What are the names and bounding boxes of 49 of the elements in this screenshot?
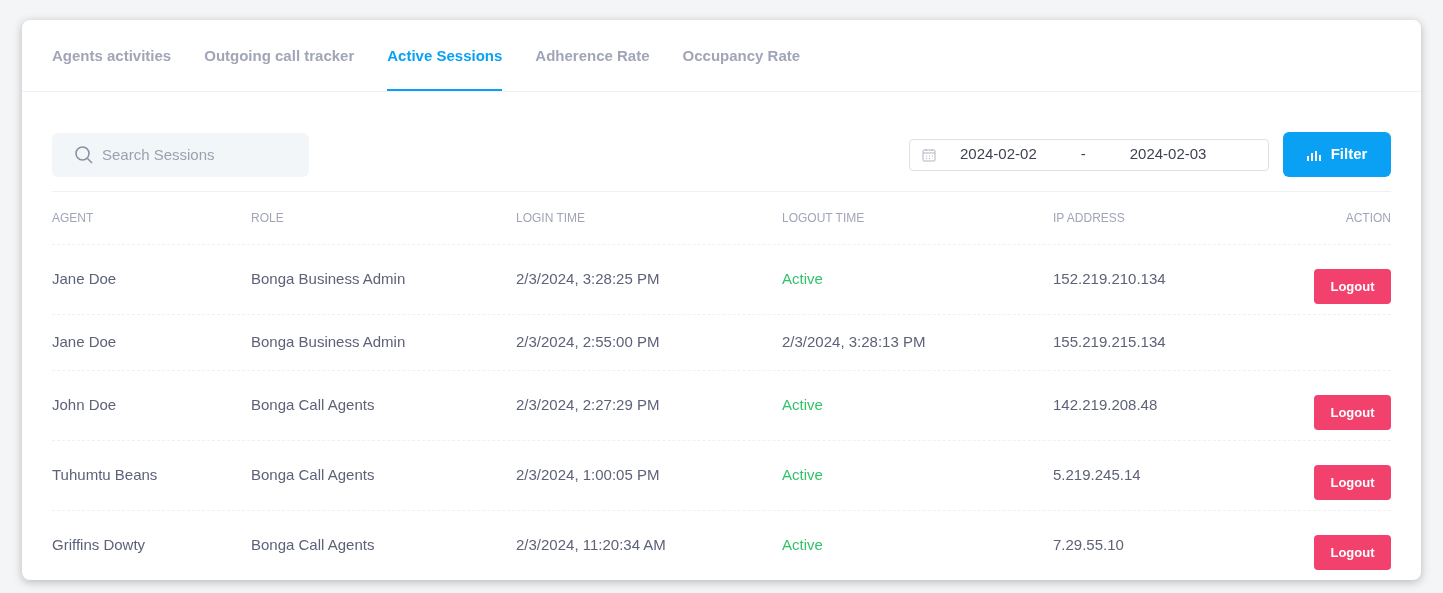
role-text: Bonga Business Admin — [251, 269, 407, 290]
agent-name: Tuhumtu Beans — [52, 465, 159, 486]
logout-time: 2/3/2024, 3:28:13 PM — [782, 332, 927, 353]
tab[interactable]: Agents activities — [52, 20, 172, 91]
start-date: 2024-02-02 — [960, 144, 1037, 165]
logout-button[interactable]: Logout — [1314, 395, 1391, 430]
agent-name: John Doe — [52, 395, 118, 416]
tab[interactable]: Occupancy Rate — [682, 20, 801, 91]
login-time: 2/3/2024, 3:28:25 PM — [516, 269, 661, 290]
date-range-field[interactable]: 2024-02-02 - 2024-02-03 — [909, 138, 1269, 171]
ip-address: 5.219.245.14 — [1053, 465, 1142, 486]
role-text: Bonga Call Agents — [251, 465, 376, 486]
end-date: 2024-02-03 — [1129, 144, 1207, 165]
login-time: 2/3/2024, 2:27:29 PM — [516, 395, 661, 416]
column-header: LOGOUT TIME — [782, 210, 865, 227]
calendar-icon — [922, 147, 936, 162]
column-header: ACTION — [1345, 210, 1391, 227]
tab[interactable]: Active Sessions — [387, 20, 503, 91]
filter-button[interactable]: Filter — [1283, 132, 1391, 177]
status-text: Active — [782, 395, 824, 416]
search-field[interactable]: Search Sessions — [52, 132, 309, 177]
ip-address: 155.219.215.134 — [1053, 332, 1167, 353]
agent-name: Griffins Dowty — [52, 535, 147, 556]
ip-address: 7.29.55.10 — [1053, 535, 1125, 556]
ip-address: 142.219.208.48 — [1053, 395, 1159, 416]
column-header: LOGIN TIME — [516, 210, 586, 227]
logout-button[interactable]: Logout — [1314, 465, 1391, 500]
column-header: AGENT — [52, 210, 94, 227]
login-time: 2/3/2024, 2:55:00 PM — [516, 332, 661, 353]
logout-button[interactable]: Logout — [1314, 535, 1391, 570]
role-text: Bonga Business Admin — [251, 332, 407, 353]
bar-chart-icon — [1306, 148, 1321, 161]
role-text: Bonga Call Agents — [251, 535, 376, 556]
agent-name: Jane Doe — [52, 332, 118, 353]
column-header: IP ADDRESS — [1053, 210, 1125, 227]
ip-address: 152.219.210.134 — [1053, 269, 1167, 290]
tab[interactable]: Outgoing call tracker — [204, 20, 355, 91]
search-icon — [74, 144, 94, 165]
status-text: Active — [782, 465, 824, 486]
status-text: Active — [782, 535, 824, 556]
login-time: 2/3/2024, 11:20:34 AM — [516, 535, 667, 556]
status-text: Active — [782, 269, 824, 290]
login-time: 2/3/2024, 1:00:05 PM — [516, 465, 661, 486]
date-separator: - — [1080, 144, 1086, 165]
column-header: ROLE — [251, 210, 284, 227]
role-text: Bonga Call Agents — [251, 395, 376, 416]
logout-button[interactable]: Logout — [1314, 269, 1391, 304]
agent-name: Jane Doe — [52, 269, 118, 290]
tab[interactable]: Adherence Rate — [535, 20, 650, 91]
